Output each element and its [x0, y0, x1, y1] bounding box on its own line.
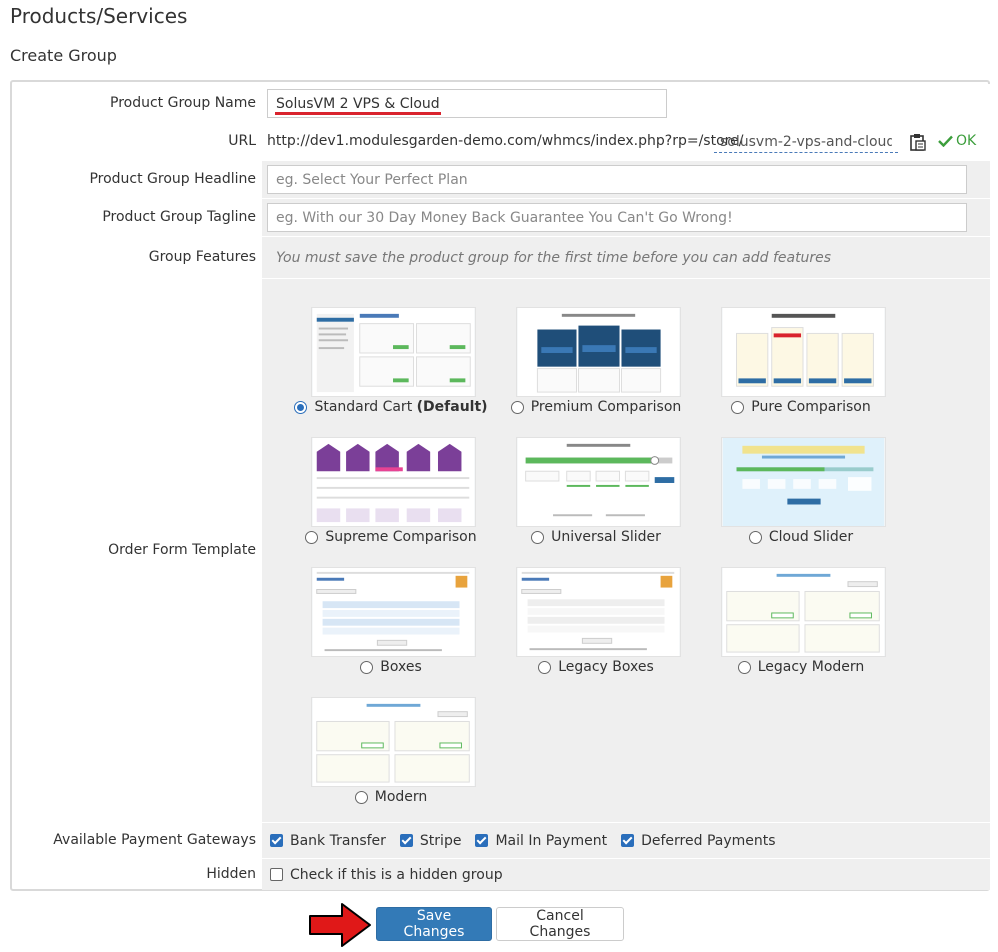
order-form-template-label: Order Form Template: [108, 542, 256, 558]
template-default-tag: (Default): [416, 399, 488, 415]
checkbox[interactable]: [399, 834, 413, 847]
template-option[interactable]: Pure Comparison: [706, 399, 896, 415]
url-cell: http://dev1.modulesgarden-demo.com/whmcs…: [262, 122, 990, 160]
url-base: http://dev1.modulesgarden-demo.com/whmcs…: [267, 133, 744, 149]
payment-gateways-list: Bank Transfer Stripe Mail In Payment Def…: [270, 823, 790, 858]
create-group-form: Product Group Name URL http://dev1.modul…: [10, 80, 990, 891]
template-thumbnail: [516, 437, 681, 527]
template-thumbnail: [516, 307, 681, 397]
hidden-option-text: Check if this is a hidden group: [290, 866, 503, 883]
tagline-row: Product Group Tagline: [14, 198, 990, 236]
page-title: Products/Services: [10, 4, 188, 28]
checkbox[interactable]: [475, 834, 489, 847]
radio-button[interactable]: [510, 400, 524, 414]
product-group-name-cell: [262, 84, 990, 122]
template-name: Modern: [374, 789, 428, 805]
order-form-template-row: Order Form Template Standard Cart (Defau…: [14, 278, 990, 822]
radio-button[interactable]: [305, 530, 319, 544]
group-features-row: Group Features You must save the product…: [14, 236, 990, 278]
headline-input[interactable]: [267, 165, 967, 194]
save-changes-button[interactable]: Save Changes: [376, 907, 492, 941]
gateway-deferred-payments[interactable]: Deferred Payments: [621, 832, 776, 849]
url-row: URL http://dev1.modulesgarden-demo.com/w…: [14, 122, 990, 160]
template-name: Premium Comparison: [530, 399, 682, 415]
template-option[interactable]: Universal Slider: [501, 529, 691, 545]
hidden-label: Hidden: [206, 866, 256, 882]
radio-button[interactable]: [354, 790, 368, 804]
group-features-label: Group Features: [148, 249, 256, 265]
cancel-changes-button[interactable]: Cancel Changes: [496, 907, 624, 941]
product-group-name-label: Product Group Name: [110, 95, 256, 111]
template-thumbnail: [516, 567, 681, 657]
payment-gateways-label: Available Payment Gateways: [53, 832, 256, 848]
tagline-input[interactable]: [267, 203, 967, 232]
template-thumbnail: [721, 567, 886, 657]
template-option[interactable]: Premium Comparison: [501, 399, 691, 415]
template-option[interactable]: Boxes: [296, 659, 486, 675]
template-thumbnail: [311, 697, 476, 787]
template-name: Universal Slider: [551, 529, 661, 545]
page-subtitle: Create Group: [10, 46, 117, 65]
radio-button[interactable]: [294, 400, 308, 414]
radio-button[interactable]: [360, 660, 374, 674]
headline-row: Product Group Headline: [14, 160, 990, 198]
checkbox[interactable]: [270, 834, 283, 847]
radio-button[interactable]: [538, 660, 552, 674]
product-group-name-row: Product Group Name: [14, 84, 990, 122]
headline-cell: [262, 160, 990, 198]
template-option[interactable]: Modern: [296, 789, 486, 805]
template-name: Legacy Modern: [757, 659, 865, 675]
red-underline-annotation: [275, 112, 441, 115]
template-name: Legacy Boxes: [558, 659, 654, 675]
payment-gateways-row: Available Payment Gateways Bank Transfer…: [14, 822, 990, 858]
tagline-cell: [262, 198, 990, 236]
hidden-checkbox-label[interactable]: Check if this is a hidden group: [270, 867, 503, 883]
template-thumbnail: [721, 307, 886, 397]
check-icon: [938, 135, 953, 147]
url-label: URL: [228, 133, 256, 149]
hidden-option: Check if this is a hidden group: [270, 859, 517, 890]
template-name: Cloud Slider: [768, 529, 854, 545]
url-status: OK: [938, 122, 976, 160]
gateway-stripe[interactable]: Stripe: [399, 832, 462, 849]
radio-button[interactable]: [731, 400, 745, 414]
radio-button[interactable]: [737, 660, 751, 674]
template-thumbnail: [311, 567, 476, 657]
url-slug-input[interactable]: [714, 131, 898, 153]
group-features-cell: You must save the product group for the …: [262, 236, 990, 278]
tagline-label: Product Group Tagline: [102, 209, 256, 225]
template-name: Standard Cart: [314, 399, 413, 415]
template-thumbnail: [311, 437, 476, 527]
order-form-template-cell: Standard Cart (Default) Premium Comparis…: [262, 278, 990, 822]
gateway-name: Deferred Payments: [641, 832, 776, 849]
radio-button[interactable]: [748, 530, 762, 544]
clipboard-icon[interactable]: [910, 133, 926, 151]
checkbox[interactable]: [621, 834, 635, 847]
gateway-mail-in-payment[interactable]: Mail In Payment: [475, 833, 607, 849]
template-name: Supreme Comparison: [325, 529, 477, 545]
template-option[interactable]: Standard Cart (Default): [294, 399, 488, 415]
gateway-name: Bank Transfer: [290, 832, 386, 849]
template-name: Pure Comparison: [751, 399, 871, 415]
radio-button[interactable]: [531, 530, 545, 544]
url-status-text: OK: [956, 133, 977, 149]
red-arrow-annotation: [309, 903, 371, 947]
template-option[interactable]: Cloud Slider: [706, 529, 896, 545]
gateway-bank-transfer[interactable]: Bank Transfer: [270, 833, 386, 849]
hidden-row: Hidden Check if this is a hidden group: [14, 858, 990, 890]
hidden-checkbox[interactable]: [270, 868, 283, 881]
template-name: Boxes: [380, 659, 422, 675]
template-thumbnail: [721, 437, 886, 527]
headline-label: Product Group Headline: [89, 171, 256, 187]
gateway-name: Mail In Payment: [495, 832, 608, 849]
template-option[interactable]: Supreme Comparison: [296, 529, 486, 545]
template-thumbnail: [311, 307, 476, 397]
group-features-note: You must save the product group for the …: [276, 249, 832, 266]
template-option[interactable]: Legacy Boxes: [501, 659, 691, 675]
payment-gateways-cell: Bank Transfer Stripe Mail In Payment Def…: [262, 822, 990, 858]
template-option[interactable]: Legacy Modern: [706, 659, 896, 675]
gateway-name: Stripe: [419, 832, 462, 849]
hidden-cell: Check if this is a hidden group: [262, 858, 990, 890]
